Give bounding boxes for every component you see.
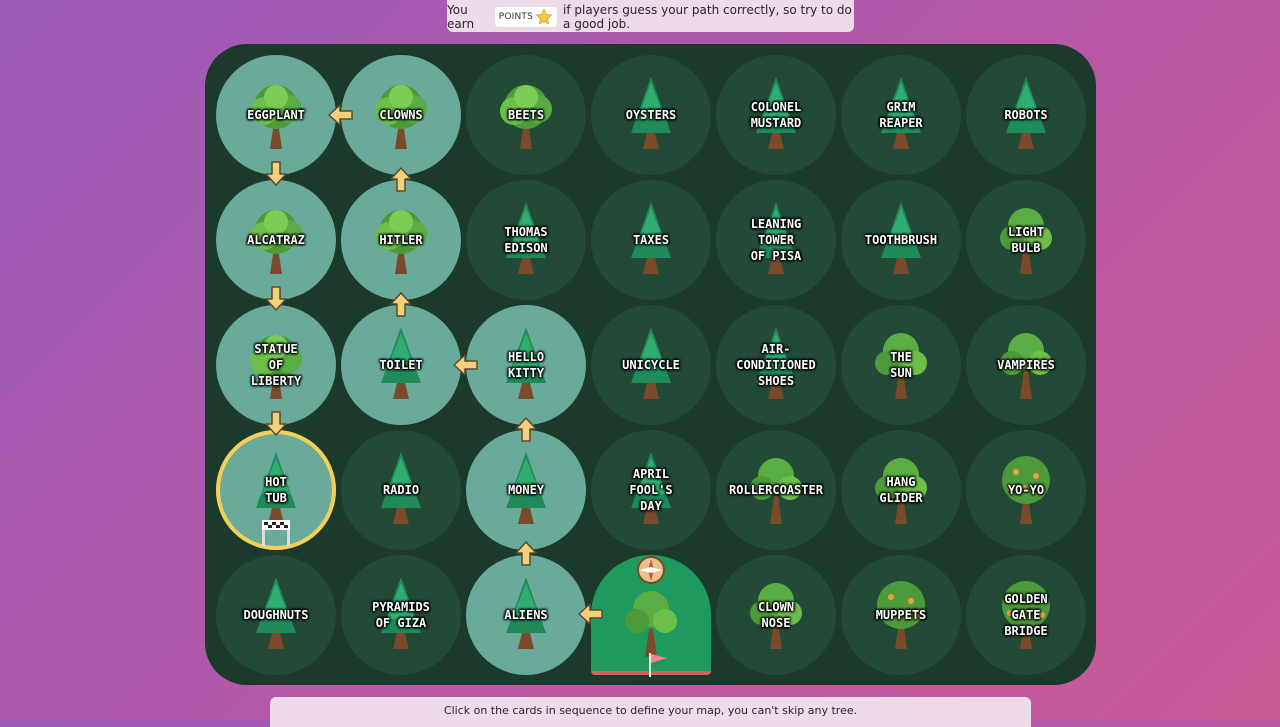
tree-card-muppets[interactable]: MUPPETS (841, 555, 961, 675)
card-label: COLONEL MUSTARD (750, 100, 802, 130)
card-label: GOLDEN GATE BRIDGE (1004, 592, 1048, 638)
card-label: APRIL FOOL'S DAY (629, 467, 673, 513)
finish-gate-icon (262, 520, 290, 546)
tree-card-thomas-edison[interactable]: THOMAS EDISON (466, 180, 586, 300)
card-label: HANG GLIDER (879, 475, 923, 505)
tree-card-alcatraz[interactable]: ALCATRAZ (216, 180, 336, 300)
star-icon (535, 8, 553, 25)
tree-card-beets[interactable]: BEETS (466, 55, 586, 175)
tree-card-statue-of-liberty[interactable]: STATUE OF LIBERTY (216, 305, 336, 425)
path-arrow-left-icon (451, 350, 481, 380)
tree-card-vampires[interactable]: VAMPIRES (966, 305, 1086, 425)
tree-card-grim-reaper[interactable]: GRIM REAPER (841, 55, 961, 175)
tree-card-robots[interactable]: ROBOTS (966, 55, 1086, 175)
tree-card-air-conditioned-shoes[interactable]: AIR- CONDITIONED SHOES (716, 305, 836, 425)
card-label: VAMPIRES (997, 358, 1055, 372)
card-label: TOOTHBRUSH (864, 233, 938, 247)
card-label: ROLLERCOASTER (729, 483, 823, 497)
card-label: HOT TUB (265, 475, 287, 505)
card-label: HELLO KITTY (507, 350, 545, 380)
tree-card-golden-gate-bridge[interactable]: GOLDEN GATE BRIDGE (966, 555, 1086, 675)
tree-card-oysters[interactable]: OYSTERS (591, 55, 711, 175)
tree-card-toothbrush[interactable]: TOOTHBRUSH (841, 180, 961, 300)
path-arrow-left-icon (326, 100, 356, 130)
instruction-text: Click on the cards in sequence to define… (443, 704, 858, 717)
tree-card-money[interactable]: MONEY (466, 430, 586, 550)
path-arrow-up-icon (511, 539, 541, 569)
tree-card-light-bulb[interactable]: LIGHT BULB (966, 180, 1086, 300)
points-text-after: if players guess your path correctly, so… (563, 3, 852, 31)
tree-card-yo-yo[interactable]: YO-YO (966, 430, 1086, 550)
card-label: RADIO (382, 483, 420, 497)
tree-card-taxes[interactable]: TAXES (591, 180, 711, 300)
card-label: PYRAMIDS OF GIZA (372, 600, 430, 630)
tree-card-eggplant[interactable]: EGGPLANT (216, 55, 336, 175)
leafy-tree-icon (625, 591, 677, 657)
tree-card-hitler[interactable]: HITLER (341, 180, 461, 300)
tree-card-the-sun[interactable]: THE SUN (841, 305, 961, 425)
tree-card-rollercoaster[interactable]: ROLLERCOASTER (716, 430, 836, 550)
card-label: MUPPETS (875, 608, 927, 622)
card-label: EGGPLANT (247, 108, 305, 122)
card-label: UNICYCLE (622, 358, 680, 372)
start-flag-icon (649, 653, 667, 677)
tree-card-hang-glider[interactable]: HANG GLIDER (841, 430, 961, 550)
tree-card-hot-tub[interactable]: HOT TUB (216, 430, 336, 550)
points-info-banner: You earn POINTS if players guess your pa… (447, 0, 854, 32)
card-label: GRIM REAPER (879, 100, 923, 130)
tree-card-toilet[interactable]: TOILET (341, 305, 461, 425)
card-label: YO-YO (1007, 483, 1045, 497)
points-badge: POINTS (493, 6, 559, 28)
card-label: LEANING TOWER OF PISA (750, 217, 802, 263)
points-text-before: You earn (447, 3, 475, 31)
game-board: EGGPLANT CLOWNS BEETS OYSTERS COLONEL MU… (205, 44, 1096, 685)
card-label: MONEY (507, 483, 545, 497)
path-arrow-up-icon (511, 415, 541, 445)
card-label: STATUE OF LIBERTY (250, 342, 302, 388)
tree-card-colonel-mustard[interactable]: COLONEL MUSTARD (716, 55, 836, 175)
card-label: HITLER (379, 233, 423, 247)
path-arrow-up-icon (386, 165, 416, 195)
path-arrow-left-icon (576, 599, 606, 629)
tree-card-radio[interactable]: RADIO (341, 430, 461, 550)
tree-card-clown-nose[interactable]: CLOWN NOSE (716, 555, 836, 675)
card-label: CLOWN NOSE (757, 600, 795, 630)
card-label: ROBOTS (1004, 108, 1048, 122)
card-label: AIR- CONDITIONED SHOES (736, 342, 816, 388)
card-label: DOUGHNUTS (243, 608, 309, 622)
start-tree-card[interactable] (591, 555, 711, 677)
card-label: ALIENS (504, 608, 548, 622)
card-label: LIGHT BULB (1007, 225, 1045, 255)
path-arrow-up-icon (386, 290, 416, 320)
card-label: THE SUN (890, 350, 912, 380)
path-arrow-down-icon (261, 283, 291, 313)
tree-card-leaning-tower-of-pisa[interactable]: LEANING TOWER OF PISA (716, 180, 836, 300)
tree-card-clowns[interactable]: CLOWNS (341, 55, 461, 175)
card-label: TAXES (632, 233, 670, 247)
card-label: ALCATRAZ (247, 233, 305, 247)
points-label: POINTS (498, 12, 534, 22)
tree-card-doughnuts[interactable]: DOUGHNUTS (216, 555, 336, 675)
card-label: CLOWNS (379, 108, 423, 122)
tree-card-unicycle[interactable]: UNICYCLE (591, 305, 711, 425)
path-arrow-down-icon (261, 408, 291, 438)
tree-card-pyramids-of-giza[interactable]: PYRAMIDS OF GIZA (341, 555, 461, 675)
card-label: BEETS (507, 108, 545, 122)
instruction-banner: Click on the cards in sequence to define… (270, 697, 1031, 727)
card-label: THOMAS EDISON (504, 225, 548, 255)
card-label: OYSTERS (625, 108, 677, 122)
path-arrow-down-icon (261, 158, 291, 188)
tree-card-aliens[interactable]: ALIENS (466, 555, 586, 675)
tree-card-april-fools-day[interactable]: APRIL FOOL'S DAY (591, 430, 711, 550)
tree-card-hello-kitty[interactable]: HELLO KITTY (466, 305, 586, 425)
card-label: TOILET (379, 358, 423, 372)
